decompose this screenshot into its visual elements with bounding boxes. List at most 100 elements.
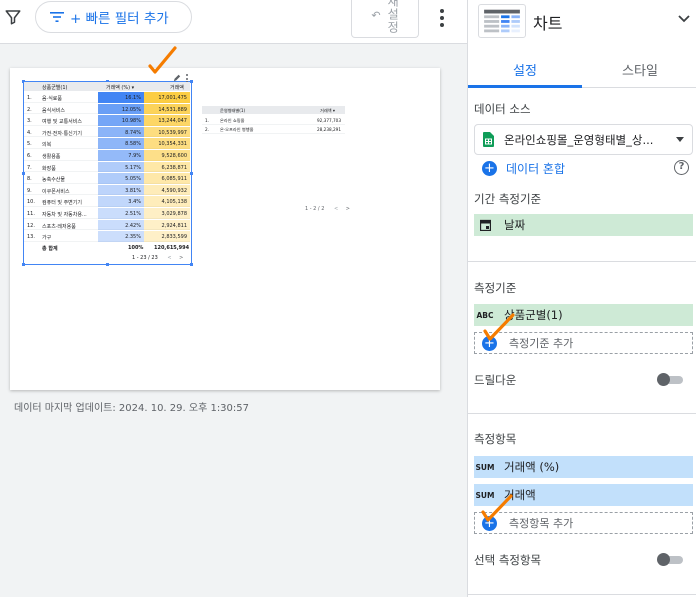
next-page-icon[interactable]: > bbox=[346, 206, 350, 212]
row-number: 13. bbox=[27, 234, 35, 241]
column-header[interactable]: 거래액 (%) ▾ bbox=[106, 84, 134, 91]
column-header[interactable]: 거래액 bbox=[170, 84, 184, 91]
product-group-cell: 가구 bbox=[42, 235, 52, 242]
chart-type-selector[interactable]: 차트 bbox=[468, 0, 696, 42]
pct-cell: 2.51% bbox=[125, 211, 141, 217]
date-dimension-chip[interactable]: 날짜 bbox=[474, 214, 693, 236]
data-source-name: 온라인쇼핑몰_운영형태별_상... bbox=[504, 132, 654, 147]
heatmap-cell: 8.58% bbox=[98, 138, 144, 150]
sum-aggregation-badge: SUM bbox=[475, 462, 495, 472]
table-total-row: 총 합계 100% 120,615,994 bbox=[24, 243, 190, 252]
report-toolbar: + 빠른 필터 추가 ↶ 재설정 bbox=[0, 0, 467, 44]
drilldown-toggle[interactable] bbox=[657, 373, 685, 386]
table-row[interactable]: 1. 온라인 쇼핑몰 92,377,703 bbox=[202, 116, 345, 125]
pct-cell: 10.98% bbox=[121, 118, 141, 125]
table-row[interactable]: 1. 음·식료품 16.1% 17,001,475 bbox=[24, 92, 190, 103]
blend-data-button[interactable]: + 데이터 혼합 bbox=[482, 160, 565, 177]
pct-cell: 3.4% bbox=[128, 199, 141, 206]
heatmap-cell: 2,924,811 bbox=[144, 219, 190, 231]
section-divider bbox=[468, 594, 696, 595]
amount-cell: 2,924,811 bbox=[161, 222, 187, 229]
chevron-down-icon[interactable] bbox=[678, 14, 690, 24]
add-quick-filter-button[interactable]: + 빠른 필터 추가 bbox=[35, 1, 192, 33]
heatmap-cell: 14,531,889 bbox=[144, 103, 190, 115]
reset-button[interactable]: ↶ 재설정 bbox=[351, 0, 419, 38]
prev-page-icon[interactable]: < bbox=[334, 206, 338, 212]
report-canvas-area: + 빠른 필터 추가 ↶ 재설정 상품군별(1) 거래액 (%) ▾ 거래액 1… bbox=[0, 0, 467, 597]
tab-setup[interactable]: 설정 bbox=[468, 50, 582, 88]
column-header[interactable]: 상품군별(1) bbox=[42, 84, 67, 91]
next-page-icon[interactable]: > bbox=[179, 255, 183, 261]
calendar-icon bbox=[474, 219, 496, 231]
table-chart-operation-type[interactable]: 운영형태별(1) 거래액 ▾ 1. 온라인 쇼핑몰 92,377,703 2. 온·오프… bbox=[202, 106, 345, 140]
add-quick-filter-label: + 빠른 필터 추가 bbox=[70, 11, 169, 27]
operation-type-cell: 온·오프라인 병행몰 bbox=[220, 127, 254, 132]
optional-metrics-toggle[interactable] bbox=[657, 553, 685, 566]
amount-cell: 14,531,889 bbox=[158, 106, 187, 113]
table-row[interactable]: 5. 의복 8.58% 10,354,331 bbox=[24, 138, 190, 150]
product-group-cell: 이쿠폰서비스 bbox=[42, 188, 70, 195]
table-row[interactable]: 7. 화장품 5.17% 6,238,871 bbox=[24, 161, 190, 173]
amount-cell: 28,238,291 bbox=[317, 127, 341, 132]
row-number: 2. bbox=[27, 106, 32, 113]
undo-icon: ↶ bbox=[371, 9, 381, 22]
filter-icon[interactable] bbox=[4, 8, 22, 26]
heatmap-cell: 10,354,331 bbox=[144, 138, 190, 150]
amount-cell: 6,238,871 bbox=[161, 164, 187, 171]
amount-cell: 10,354,331 bbox=[158, 141, 187, 148]
row-number: 10. bbox=[27, 199, 35, 206]
heatmap-cell: 2.35% bbox=[98, 231, 144, 242]
pct-cell: 5.17% bbox=[125, 164, 141, 171]
table-row[interactable]: 6. 생활용품 7.9% 9,528,600 bbox=[24, 150, 190, 161]
metric-title: 측정항목 bbox=[474, 432, 517, 446]
row-number: 12. bbox=[27, 222, 35, 229]
prev-page-icon[interactable]: < bbox=[167, 255, 171, 261]
resize-handle[interactable] bbox=[190, 263, 193, 266]
pct-cell: 16.1% bbox=[125, 95, 141, 101]
resize-handle[interactable] bbox=[106, 263, 109, 266]
row-number: 3. bbox=[27, 118, 32, 125]
heatmap-cell: 10,539,997 bbox=[144, 126, 190, 138]
date-range-dimension-title: 기간 측정기준 bbox=[474, 192, 542, 206]
last-updated-text: 데이터 마지막 업데이트: 2024. 10. 29. 오후 1:30:57 bbox=[14, 403, 250, 414]
product-group-cell: 화장품 bbox=[42, 165, 56, 172]
amount-cell: 10,539,997 bbox=[158, 129, 187, 136]
resize-handle[interactable] bbox=[22, 263, 25, 266]
amount-cell: 2,833,599 bbox=[161, 234, 187, 241]
metric-field-label: 거래액 (%) bbox=[504, 460, 560, 474]
blend-data-label: 데이터 혼합 bbox=[506, 162, 566, 176]
product-group-cell: 의복 bbox=[42, 142, 52, 149]
column-header[interactable]: 운영형태별(1) bbox=[220, 108, 245, 114]
table-row[interactable]: 2. 음식서비스 12.05% 14,531,889 bbox=[24, 103, 190, 115]
table-row[interactable]: 13. 가구 2.35% 2,833,599 bbox=[24, 231, 190, 242]
filter-list-icon bbox=[50, 12, 64, 22]
table-row[interactable]: 3. 여행 및 교통서비스 10.98% 13,244,047 bbox=[24, 115, 190, 126]
drilldown-label: 드릴다운 bbox=[474, 373, 517, 387]
table-pagination: 1 - 2 / 2 < > bbox=[305, 206, 350, 212]
table-row[interactable]: 11. 자동차 및 자동차용... 2.51% 3,029,878 bbox=[24, 208, 190, 219]
table-row[interactable]: 4. 가전·전자·통신기기 8.74% 10,539,997 bbox=[24, 126, 190, 138]
table-row[interactable]: 10. 컴퓨터 및 주변기기 3.4% 4,105,138 bbox=[24, 196, 190, 208]
pct-cell: 2.35% bbox=[125, 234, 141, 241]
table-row[interactable]: 2. 온·오프라인 병행몰 28,238,291 bbox=[202, 125, 345, 134]
row-number: 7. bbox=[27, 164, 32, 171]
heatmap-cell: 12.05% bbox=[98, 103, 144, 115]
column-header[interactable]: 거래액 ▾ bbox=[320, 108, 335, 114]
tab-style[interactable]: 스타일 bbox=[583, 50, 696, 88]
table-row[interactable]: 9. 이쿠폰서비스 3.81% 4,590,932 bbox=[24, 184, 190, 196]
table-row[interactable]: 12. 스포츠·레저용품 2.42% 2,924,811 bbox=[24, 219, 190, 231]
metric-chip[interactable]: SUM 거래액 (%) bbox=[474, 456, 693, 478]
data-source-select[interactable]: 온라인쇼핑몰_운영형태별_상... bbox=[474, 124, 693, 155]
pct-cell: 8.58% bbox=[125, 141, 141, 148]
table-row[interactable]: 8. 농축수산물 5.05% 6,085,911 bbox=[24, 173, 190, 184]
add-dimension-label: 측정기준 추가 bbox=[509, 337, 574, 350]
heatmap-cell: 10.98% bbox=[98, 115, 144, 126]
pencil-icon[interactable] bbox=[173, 74, 181, 82]
resize-handle[interactable] bbox=[190, 172, 193, 175]
help-icon[interactable]: ? bbox=[674, 160, 689, 175]
resize-handle[interactable] bbox=[190, 80, 193, 83]
more-options-icon[interactable] bbox=[432, 6, 452, 30]
heatmap-cell: 7.9% bbox=[98, 150, 144, 161]
table-chart-product-group[interactable]: 상품군별(1) 거래액 (%) ▾ 거래액 1. 음·식료품 16.1% 17,001… bbox=[22, 74, 193, 266]
dimension-title: 측정기준 bbox=[474, 281, 517, 295]
